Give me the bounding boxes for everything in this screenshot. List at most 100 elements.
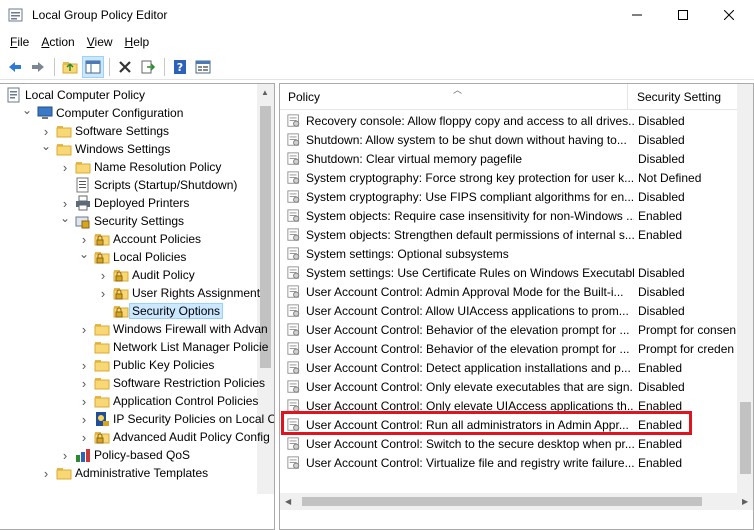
forward-icon [32,61,44,72]
tree-item[interactable]: Scripts (Startup/Shutdown) [59,176,237,194]
tree-item[interactable]: › Software Settings [40,122,169,140]
tree-item-label: Security Options [129,303,224,319]
help-button[interactable]: ? [169,56,191,78]
policy-row[interactable]: System objects: Require case insensitivi… [280,206,742,225]
expand-chevron-icon[interactable]: › [59,446,71,464]
tree-item[interactable]: › Public Key Policies [78,356,215,374]
policy-name: Shutdown: Allow system to be shut down w… [306,132,627,147]
tree-item[interactable]: Network List Manager Policie [78,338,268,356]
policy-row[interactable]: User Account Control: Detect application… [280,358,742,377]
policy-icon [287,379,300,393]
tree-item[interactable]: › IP Security Policies on Local C [78,410,274,428]
policy-row[interactable]: Shutdown: Allow system to be shut down w… [280,130,742,149]
policy-row[interactable]: User Account Control: Virtualize file an… [280,453,742,472]
policy-row[interactable]: System objects: Strengthen default permi… [280,225,742,244]
expand-chevron-icon[interactable]: › [78,428,90,446]
menu-help[interactable]: Help [119,35,156,49]
back-icon [9,61,21,72]
tree-item[interactable]: › Windows Firewall with Advan [78,320,268,338]
policy-row[interactable]: Recovery console: Allow floppy copy and … [280,111,742,130]
policy-name: System settings: Optional subsystems [306,246,509,261]
tree-item[interactable]: › Software Restriction Policies [78,374,265,392]
policy-name: System cryptography: Use FIPS compliant … [306,189,634,204]
policy-row[interactable]: User Account Control: Only elevate execu… [280,377,742,396]
list-horizontal-scrollbar[interactable]: ◀ ▶ [280,493,753,510]
policy-row[interactable]: User Account Control: Only elevate UIAcc… [280,396,742,415]
folder-icon [75,162,91,174]
menu-view[interactable]: View [81,35,119,49]
expand-chevron-icon[interactable]: › [97,266,109,284]
back-button[interactable] [4,56,26,78]
properties-button[interactable] [192,56,214,78]
collapse-chevron-icon[interactable]: ⌄ [21,101,33,119]
tree-item[interactable]: ⌄ Security Settings [59,209,184,230]
policy-row[interactable]: System settings: Optional subsystems [280,244,742,263]
collapse-chevron-icon[interactable]: ⌄ [59,209,71,227]
policy-setting: Not Defined [638,170,702,185]
column-header-policy[interactable]: Policy ︿ [280,84,628,110]
close-button[interactable] [706,0,752,30]
tree-item[interactable]: ⌄ Local Policies [78,245,186,266]
menu-action[interactable]: Action [35,35,80,49]
policy-name: User Account Control: Switch to the secu… [306,436,634,451]
policy-row[interactable]: Shutdown: Clear virtual memory pagefile D… [280,149,742,168]
tree-item[interactable]: › Application Control Policies [78,392,259,410]
tree-item[interactable]: › Audit Policy [97,266,195,284]
scroll-right-arrow-icon[interactable]: ▶ [742,497,748,506]
expand-chevron-icon[interactable]: › [78,356,90,374]
expand-chevron-icon[interactable]: › [78,374,90,392]
menu-file[interactable]: File [4,35,35,49]
tree-item[interactable]: › Policy-based QoS [59,446,190,464]
column-header-security-setting[interactable]: Security Setting [629,84,739,110]
policy-list[interactable]: Policy ︿ Security Setting ◀ ▶ Recovery c… [279,83,754,530]
tree-item-label: Advanced Audit Policy Config [113,430,270,444]
minimize-button[interactable] [614,0,660,30]
policy-row[interactable]: User Account Control: Allow UIAccess app… [280,301,742,320]
policy-row[interactable]: User Account Control: Behavior of the el… [280,339,742,358]
policy-icon [287,132,300,146]
collapse-chevron-icon[interactable]: ⌄ [78,245,90,263]
export-list-button[interactable] [137,56,159,78]
expand-chevron-icon[interactable]: › [78,320,90,338]
up-folder-icon [62,61,78,73]
policy-row[interactable]: User Account Control: Run all administra… [280,415,742,434]
tree-item[interactable]: › Deployed Printers [59,194,189,212]
tree-item-label: Account Policies [113,232,202,246]
maximize-button[interactable] [660,0,706,30]
folder-icon [56,144,72,156]
tree-item[interactable]: › Administrative Templates [40,464,208,482]
minimize-icon [632,14,642,16]
policy-setting: Disabled [638,303,685,318]
policy-row[interactable]: User Account Control: Behavior of the el… [280,320,742,339]
tree-item[interactable]: › Name Resolution Policy [59,158,222,176]
policy-setting: Prompt for consen [638,322,737,337]
expand-chevron-icon[interactable]: › [40,464,52,482]
tree-item[interactable]: ⌄ Computer Configuration [21,101,183,122]
tree-item[interactable]: › Account Policies [78,230,201,248]
policy-name: System objects: Strengthen default permi… [306,227,634,242]
list-hscroll-thumb[interactable] [302,497,702,506]
scroll-up-arrow-icon[interactable]: ▲ [261,88,269,97]
policy-row[interactable]: System settings: Use Certificate Rules o… [280,263,742,282]
show-hide-console-tree-button[interactable] [82,55,104,78]
tree-item[interactable]: › User Rights Assignment [97,284,260,302]
up-one-level-button[interactable] [59,56,81,78]
expand-chevron-icon[interactable]: › [97,284,109,302]
scroll-left-arrow-icon[interactable]: ◀ [285,497,291,506]
policy-row[interactable]: User Account Control: Admin Approval Mod… [280,282,742,301]
tree-item[interactable]: › Advanced Audit Policy Config [78,428,270,446]
policy-row[interactable]: System cryptography: Force strong key pr… [280,168,742,187]
tree-item[interactable]: Security Options [97,302,224,320]
delete-button[interactable] [114,56,136,78]
expand-chevron-icon[interactable]: › [78,410,90,428]
policy-row[interactable]: User Account Control: Switch to the secu… [280,434,742,453]
expand-chevron-icon[interactable]: › [78,392,90,410]
tree-item[interactable]: ⌄ Windows Settings [40,137,170,158]
sort-ascending-icon: ︿ [453,85,463,95]
expand-chevron-icon[interactable]: › [59,158,71,176]
policy-name: User Account Control: Behavior of the el… [306,341,630,356]
forward-button[interactable] [27,56,49,78]
console-tree[interactable]: ▲ Local Computer Policy ⌄ Computer Configu… [0,83,275,530]
policy-row[interactable]: System cryptography: Use FIPS compliant … [280,187,742,206]
collapse-chevron-icon[interactable]: ⌄ [40,137,52,155]
